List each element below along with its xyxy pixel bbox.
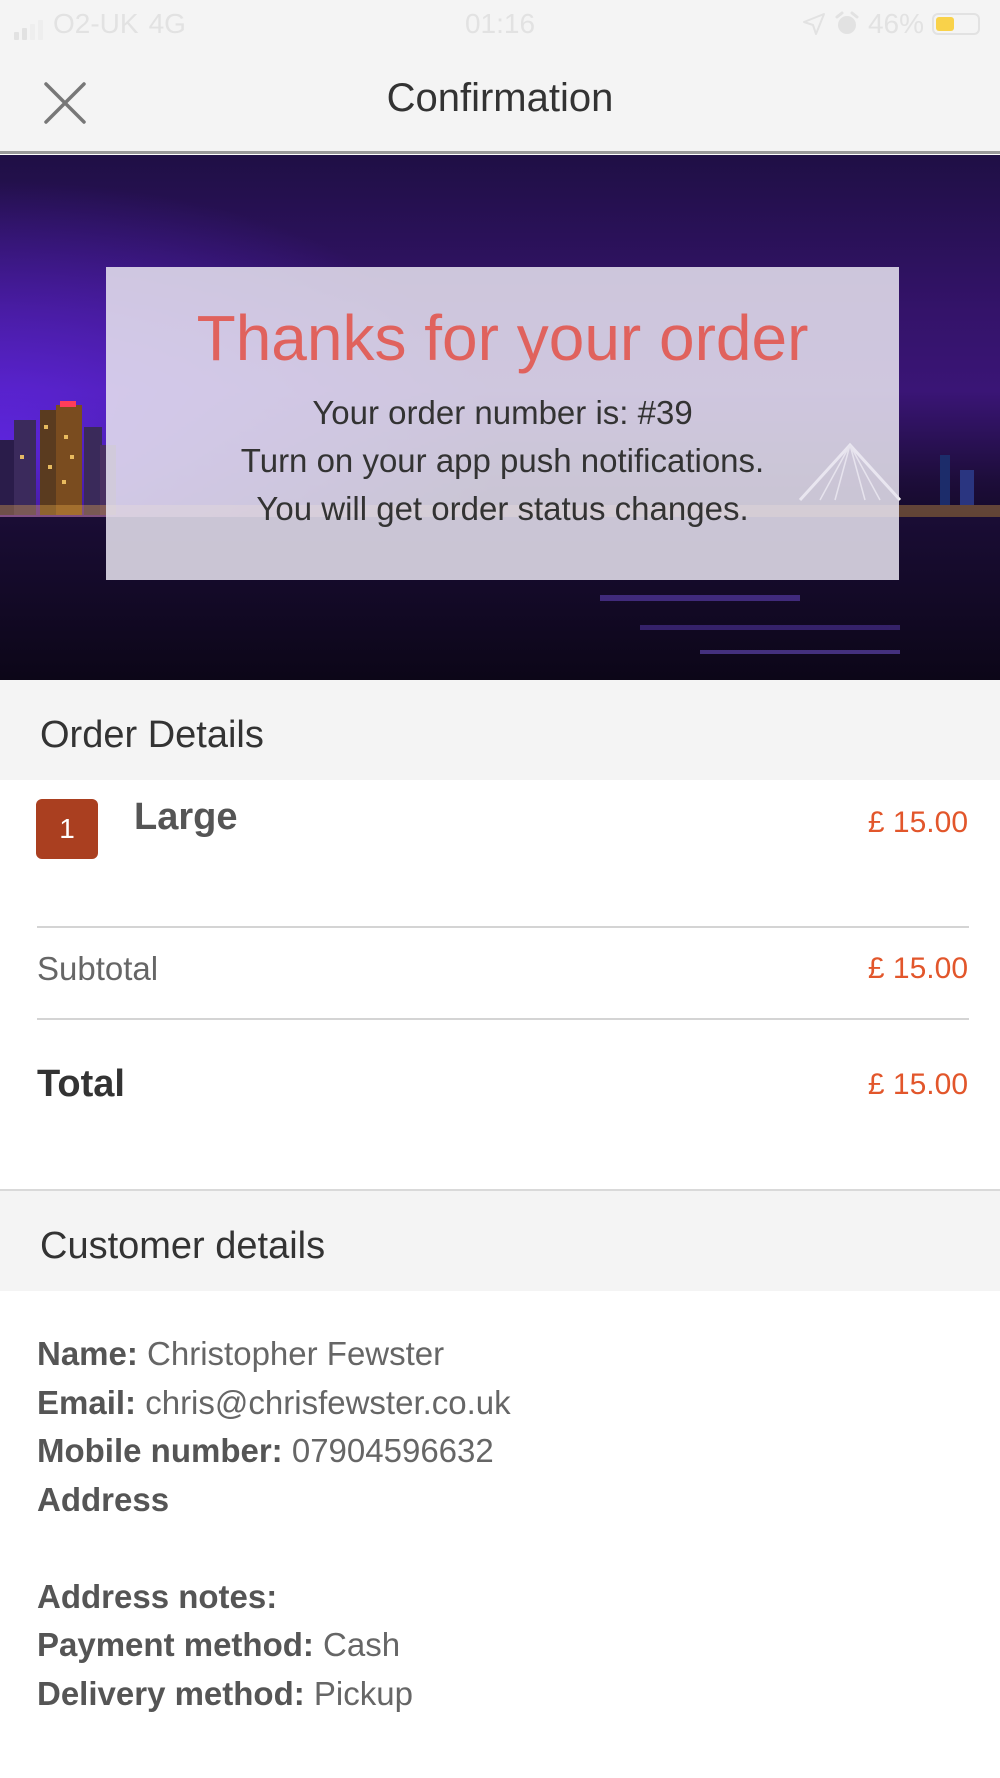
item-name: Large bbox=[134, 796, 238, 838]
customer-email-row: Email: chris@chrisfewster.co.uk bbox=[37, 1379, 511, 1428]
address-notes-row: Address notes: bbox=[37, 1573, 511, 1622]
item-quantity-badge: 1 bbox=[36, 799, 98, 859]
delivery-method-row: Delivery method: Pickup bbox=[37, 1670, 511, 1719]
alarm-icon bbox=[835, 11, 859, 34]
subtotal-label: Subtotal bbox=[37, 950, 159, 987]
customer-details-heading: Customer details bbox=[0, 1191, 1000, 1291]
payment-method-row: Payment method: Cash bbox=[37, 1621, 511, 1670]
name-value: Christopher Fewster bbox=[147, 1335, 445, 1372]
customer-name-row: Name: Christopher Fewster bbox=[37, 1330, 511, 1379]
item-price: £ 15.00 bbox=[867, 806, 968, 839]
delivery-method-label: Delivery method: bbox=[37, 1674, 305, 1712]
order-details-heading: Order Details bbox=[0, 680, 1000, 780]
name-label: Name: bbox=[37, 1335, 138, 1372]
divider bbox=[37, 1018, 969, 1020]
payment-method-label: Payment method: bbox=[37, 1626, 314, 1663]
mobile-value: 07904596632 bbox=[291, 1432, 494, 1469]
subtotal-value: £ 15.00 bbox=[867, 952, 968, 985]
order-number-text: Your order number is: #39 bbox=[312, 394, 693, 432]
address-notes-label: Address notes: bbox=[37, 1577, 278, 1615]
customer-address-row: Address bbox=[37, 1476, 511, 1525]
status-right: 46% bbox=[802, 8, 980, 40]
customer-details-list: Name: Christopher Fewster Email: chris@c… bbox=[37, 1330, 511, 1718]
page-title: Confirmation bbox=[386, 76, 614, 120]
total-label: Total bbox=[37, 1063, 125, 1105]
status-bar: O2-UK 4G 01:16 46% bbox=[0, 0, 1000, 50]
mobile-label: Mobile number: bbox=[37, 1432, 283, 1469]
total-value: £ 15.00 bbox=[867, 1068, 968, 1101]
payment-method-value: Cash bbox=[323, 1626, 401, 1663]
customer-mobile-row: Mobile number: 07904596632 bbox=[37, 1427, 511, 1476]
email-label: Email: bbox=[37, 1383, 137, 1421]
thank-you-card: Thanks for your order Your order number … bbox=[106, 267, 899, 580]
divider bbox=[37, 926, 969, 928]
email-value: chris@chrisfewster.co.uk bbox=[145, 1383, 511, 1421]
status-changes-text: You will get order status changes. bbox=[256, 490, 749, 528]
battery-icon bbox=[932, 13, 980, 35]
location-arrow-icon bbox=[802, 13, 825, 35]
battery-percent: 46% bbox=[867, 8, 924, 39]
address-blank-line bbox=[37, 1524, 511, 1573]
thank-you-title: Thanks for your order bbox=[196, 302, 809, 374]
battery-fill bbox=[936, 17, 955, 31]
delivery-method-value: Pickup bbox=[313, 1674, 413, 1712]
nav-header: Confirmation bbox=[0, 50, 1000, 154]
address-label: Address bbox=[37, 1480, 170, 1518]
hero-banner: Thanks for your order Your order number … bbox=[0, 155, 1000, 680]
push-notification-text: Turn on your app push notifications. bbox=[240, 442, 765, 480]
